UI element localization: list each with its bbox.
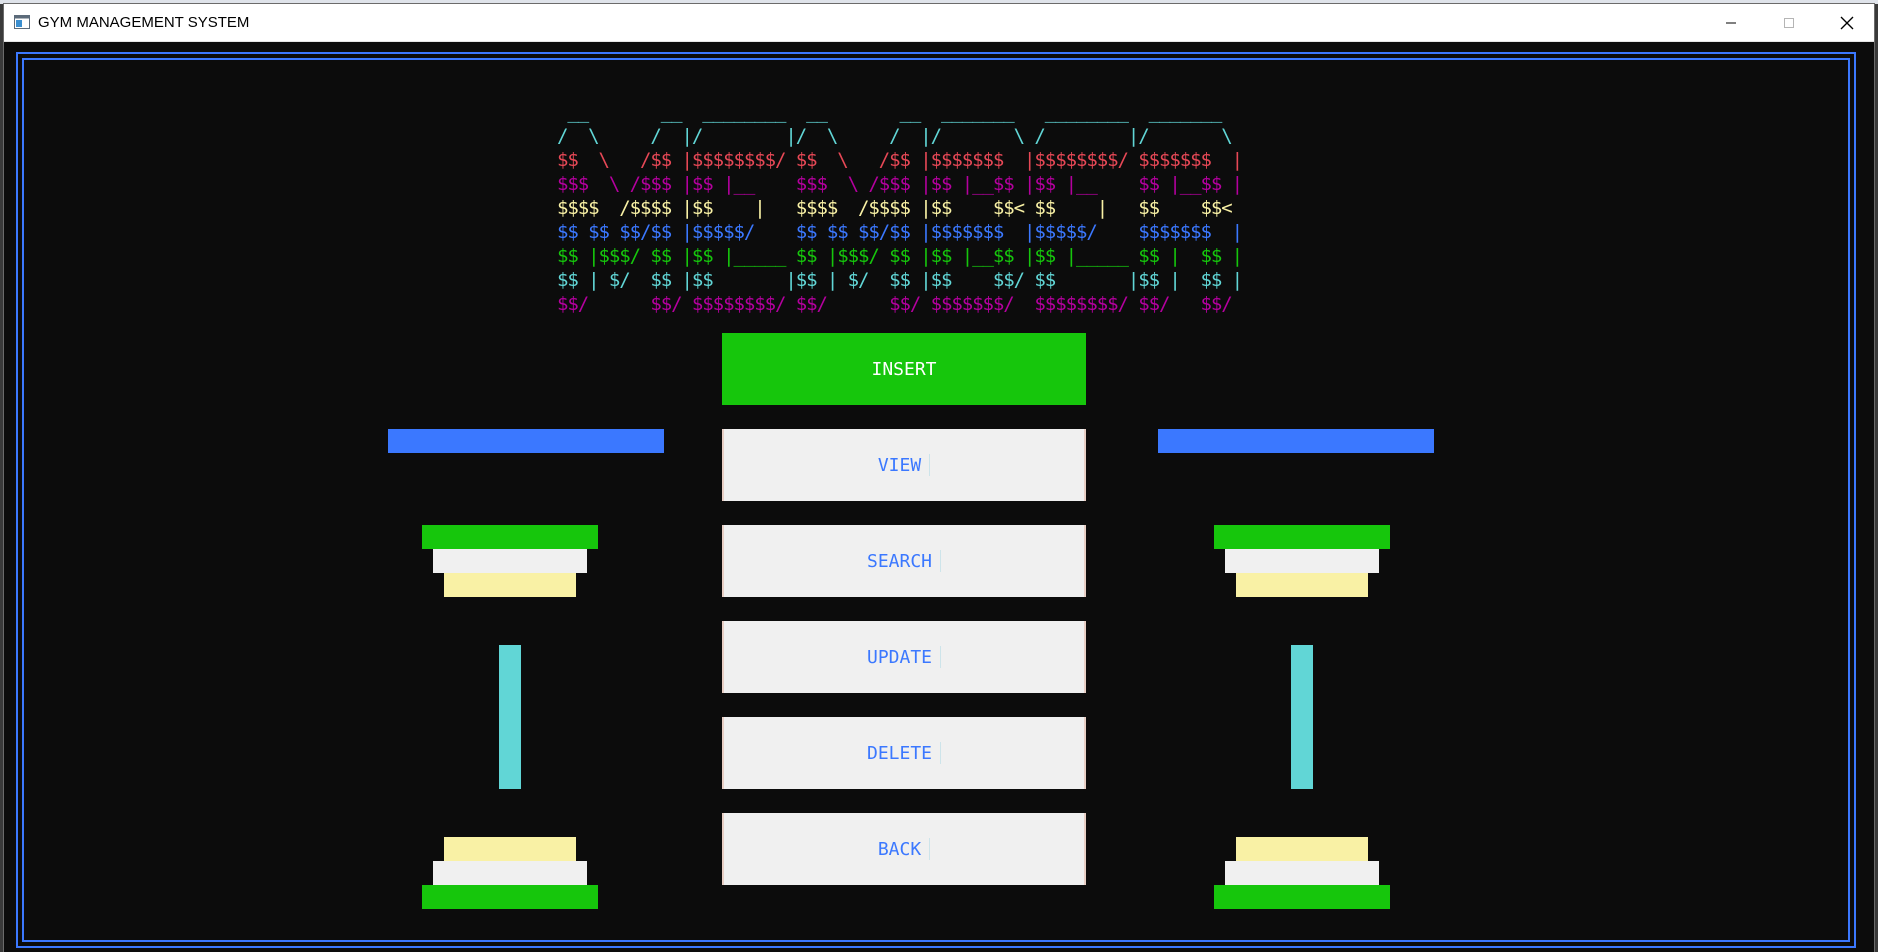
- banner-line: / \ / |/ |/ \ / |/ \ / |/ \: [557, 125, 1243, 147]
- left-bottom-green-plate: [422, 885, 598, 909]
- banner-line: $$ |$$$/ $$ |$$ |_____ $$ |$$$/ $$ |$$ |…: [557, 245, 1243, 267]
- left-top-blue-bar: [388, 429, 664, 453]
- view-button[interactable]: VIEW: [722, 429, 1086, 501]
- text-cursor: [929, 838, 931, 860]
- right-bottom-yellow-plate: [1236, 837, 1368, 861]
- window-title: GYM MANAGEMENT SYSTEM: [38, 14, 250, 31]
- left-top-white-plate: [433, 549, 587, 573]
- close-button[interactable]: [1818, 4, 1876, 41]
- minimize-icon: [1726, 22, 1736, 23]
- delete-button[interactable]: DELETE: [722, 717, 1086, 789]
- menu-button-label: SEARCH: [866, 550, 933, 572]
- right-bottom-green-plate: [1214, 885, 1390, 909]
- left-top-green-plate: [422, 525, 598, 549]
- maximize-button[interactable]: [1760, 4, 1818, 41]
- console-area: __ __ ________ __ __ _______ ________ __…: [4, 42, 1874, 952]
- menu-button-label: BACK: [877, 838, 922, 860]
- menu-button-label: INSERT: [871, 358, 937, 380]
- text-cursor: [940, 742, 942, 764]
- app-window: GYM MANAGEMENT SYSTEM __ __ ________ __ …: [4, 4, 1874, 952]
- menu-button-label: DELETE: [866, 742, 933, 764]
- text-cursor: [929, 454, 931, 476]
- banner-line: $$ | $/ $$ |$$ |$$ | $/ $$ |$$ $$/ $$ |$…: [557, 269, 1243, 291]
- right-cyan-handle: [1291, 645, 1313, 789]
- menu-button-label: VIEW: [877, 454, 922, 476]
- back-button[interactable]: BACK: [722, 813, 1086, 885]
- right-top-yellow-plate: [1236, 573, 1368, 597]
- menu-button-label: UPDATE: [866, 646, 933, 668]
- banner-line: __ __ ________ __ __ _______ ________ __…: [557, 101, 1243, 123]
- text-cursor: [940, 550, 942, 572]
- right-top-blue-bar: [1158, 429, 1434, 453]
- left-cyan-handle: [499, 645, 521, 789]
- update-button[interactable]: UPDATE: [722, 621, 1086, 693]
- banner-line: $$/ $$/ $$$$$$$$/ $$/ $$/ $$$$$$$/ $$$$$…: [557, 293, 1243, 315]
- search-button[interactable]: SEARCH: [722, 525, 1086, 597]
- console-app-icon: [14, 15, 30, 29]
- minimize-button[interactable]: [1702, 4, 1760, 41]
- memeber-ascii-banner: __ __ ________ __ __ _______ ________ __…: [557, 100, 1243, 316]
- right-top-white-plate: [1225, 549, 1379, 573]
- right-top-green-plate: [1214, 525, 1390, 549]
- title-bar: GYM MANAGEMENT SYSTEM: [4, 4, 1874, 42]
- insert-button[interactable]: INSERT: [722, 333, 1086, 405]
- left-top-yellow-plate: [444, 573, 576, 597]
- maximize-icon: [1784, 17, 1794, 28]
- banner-line: $$ $$ $$/$$ |$$$$$/ $$ $$ $$/$$ |$$$$$$$…: [557, 221, 1243, 243]
- left-bottom-white-plate: [433, 861, 587, 885]
- right-bottom-white-plate: [1225, 861, 1379, 885]
- close-icon: [1840, 16, 1854, 29]
- banner-line: $$$$ /$$$$ |$$ | $$$$ /$$$$ |$$ $$< $$ |…: [557, 197, 1243, 219]
- left-bottom-yellow-plate: [444, 837, 576, 861]
- text-cursor: [940, 646, 942, 668]
- banner-line: $$ \ /$$ |$$$$$$$$/ $$ \ /$$ |$$$$$$$ |$…: [557, 149, 1243, 171]
- banner-line: $$$ \ /$$$ |$$ |__ $$$ \ /$$$ |$$ |__$$ …: [557, 173, 1243, 195]
